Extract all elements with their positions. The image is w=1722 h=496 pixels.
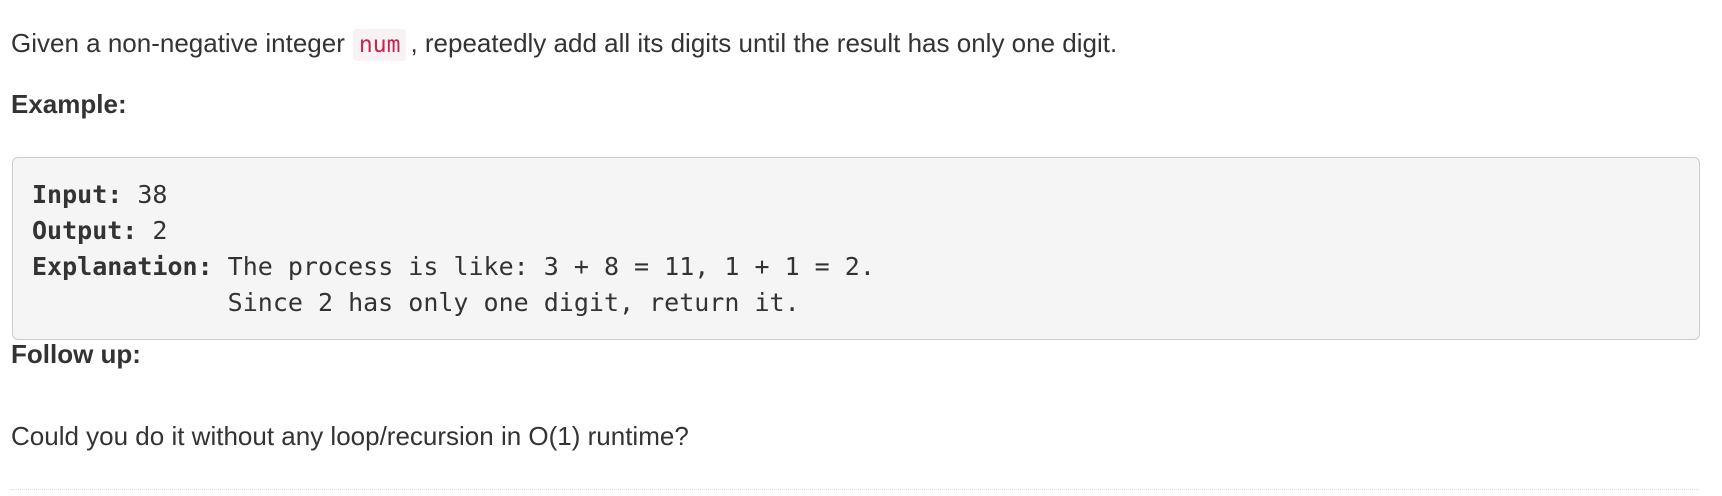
example-output-line: Output: 2	[32, 213, 1699, 249]
problem-statement: Given a non-negative integer num, repeate…	[11, 28, 1118, 61]
inline-code-num: num	[352, 29, 407, 61]
example-explanation-continuation: Since 2 has only one digit, return it.	[32, 285, 1699, 321]
example-explanation-line: Explanation: The process is like: 3 + 8 …	[32, 249, 1699, 285]
statement-text-after: , repeatedly add all its digits until th…	[410, 28, 1118, 58]
statement-text-before: Given a non-negative integer	[11, 28, 345, 58]
output-key: Output:	[32, 216, 138, 245]
followup-heading: Follow up:	[11, 339, 141, 369]
followup-text: Could you do it without any loop/recursi…	[11, 421, 689, 451]
explanation-key: Explanation:	[32, 252, 213, 281]
explanation-text-2: Since 2 has only one digit, return it.	[32, 288, 800, 317]
explanation-text-1: The process is like: 3 + 8 = 11, 1 + 1 =…	[212, 252, 890, 281]
input-key: Input:	[32, 180, 123, 209]
section-divider	[11, 489, 1699, 490]
input-value: 38	[122, 180, 168, 209]
output-value: 2	[137, 216, 168, 245]
example-code-block: Input: 38 Output: 2 Explanation: The proce…	[12, 157, 1700, 340]
example-heading: Example:	[11, 89, 127, 119]
example-input-line: Input: 38	[32, 177, 1699, 213]
